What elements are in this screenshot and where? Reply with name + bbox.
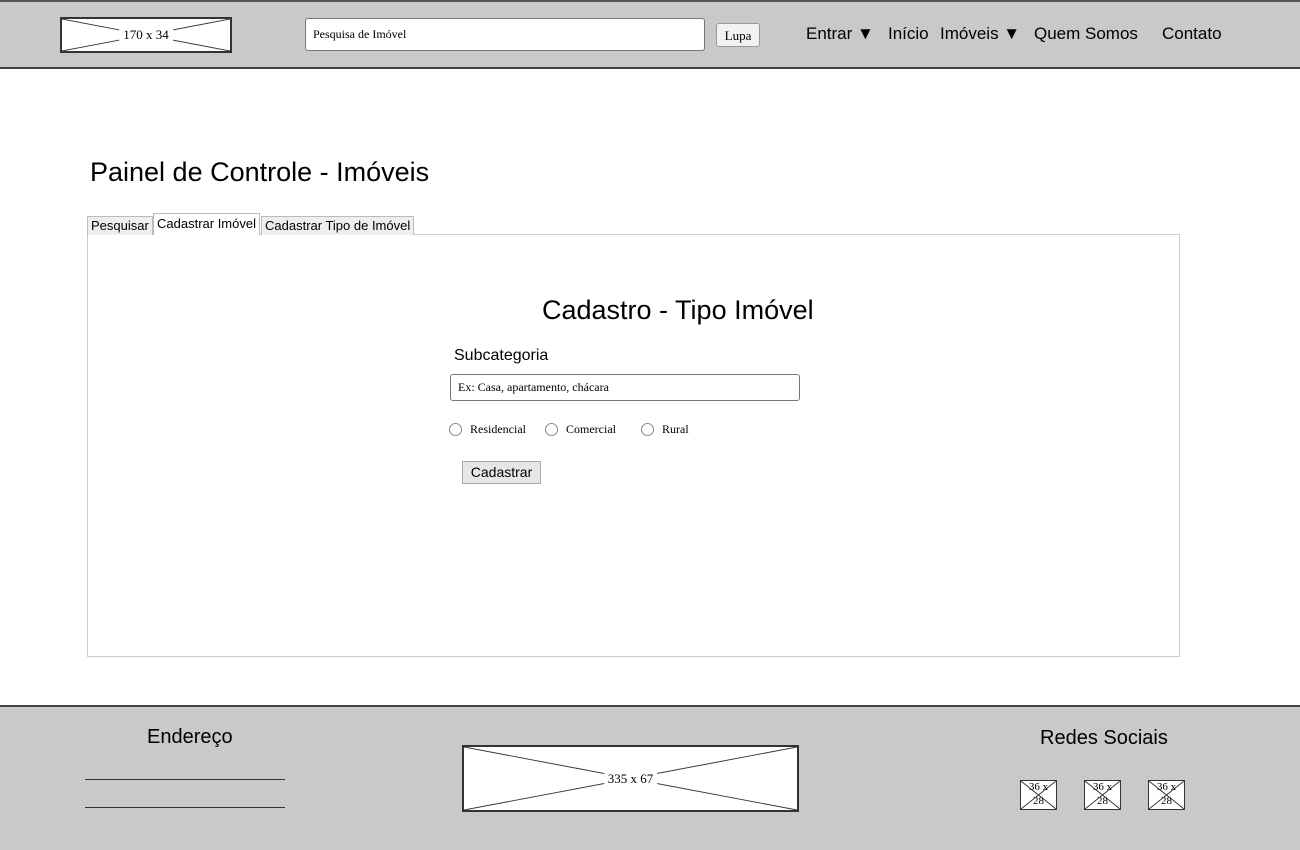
radio-residencial-label: Residencial	[470, 421, 526, 436]
tab-cadastrar-tipo-imovel[interactable]: Cadastrar Tipo de Imóvel	[261, 216, 415, 235]
subcategoria-input[interactable]: Ex: Casa, apartamento, chácara	[450, 374, 800, 401]
nav-quem-somos[interactable]: Quem Somos	[1034, 24, 1138, 44]
radio-comercial[interactable]: Comercial	[545, 421, 616, 437]
nav-entrar[interactable]: Entrar ▼	[806, 24, 874, 44]
subcategoria-label: Subcategoria	[454, 347, 549, 364]
social-placeholder-width: 36 x	[1028, 781, 1049, 793]
social-icon-placeholder[interactable]: 36 x 28	[1020, 780, 1057, 810]
footer-image-placeholder: 335 x 67	[462, 745, 799, 812]
radio-rural[interactable]: Rural	[641, 421, 689, 437]
cadastrar-button[interactable]: Cadastrar	[462, 461, 541, 484]
address-line	[85, 807, 285, 808]
social-placeholder-width: 36 x	[1156, 781, 1177, 793]
address-line	[85, 779, 285, 780]
tab-cadastrar-imovel[interactable]: Cadastrar Imóvel	[153, 213, 260, 235]
page-title: Painel de Controle - Imóveis	[90, 157, 430, 187]
radio-residencial[interactable]: Residencial	[449, 421, 526, 437]
social-icon-placeholder[interactable]: 36 x 28	[1148, 780, 1185, 810]
search-input[interactable]: Pesquisa de Imóvel	[305, 18, 705, 51]
form-title: Cadastro - Tipo Imóvel	[542, 295, 814, 325]
social-heading: Redes Sociais	[1040, 727, 1168, 749]
social-placeholder-height: 28	[1161, 795, 1172, 807]
social-placeholder-width: 36 x	[1092, 781, 1113, 793]
radio-circle-icon	[641, 422, 654, 436]
social-placeholder-height: 28	[1033, 795, 1044, 807]
logo-placeholder-label: 170 x 34	[119, 27, 173, 43]
radio-rural-label: Rural	[662, 421, 689, 436]
footer-placeholder-label: 335 x 67	[603, 770, 658, 787]
nav-contato[interactable]: Contato	[1162, 24, 1222, 44]
radio-circle-icon	[449, 422, 462, 436]
logo-placeholder[interactable]: 170 x 34	[60, 17, 232, 53]
radio-circle-icon	[545, 422, 558, 436]
social-placeholder-height: 28	[1097, 795, 1108, 807]
nav-inicio[interactable]: Início	[888, 24, 929, 44]
nav-imoveis[interactable]: Imóveis ▼	[940, 24, 1020, 44]
address-heading: Endereço	[147, 726, 233, 748]
search-button[interactable]: Lupa	[716, 23, 760, 47]
radio-comercial-label: Comercial	[566, 421, 616, 436]
tab-pesquisar[interactable]: Pesquisar	[87, 216, 153, 235]
social-icon-placeholder[interactable]: 36 x 28	[1084, 780, 1121, 810]
